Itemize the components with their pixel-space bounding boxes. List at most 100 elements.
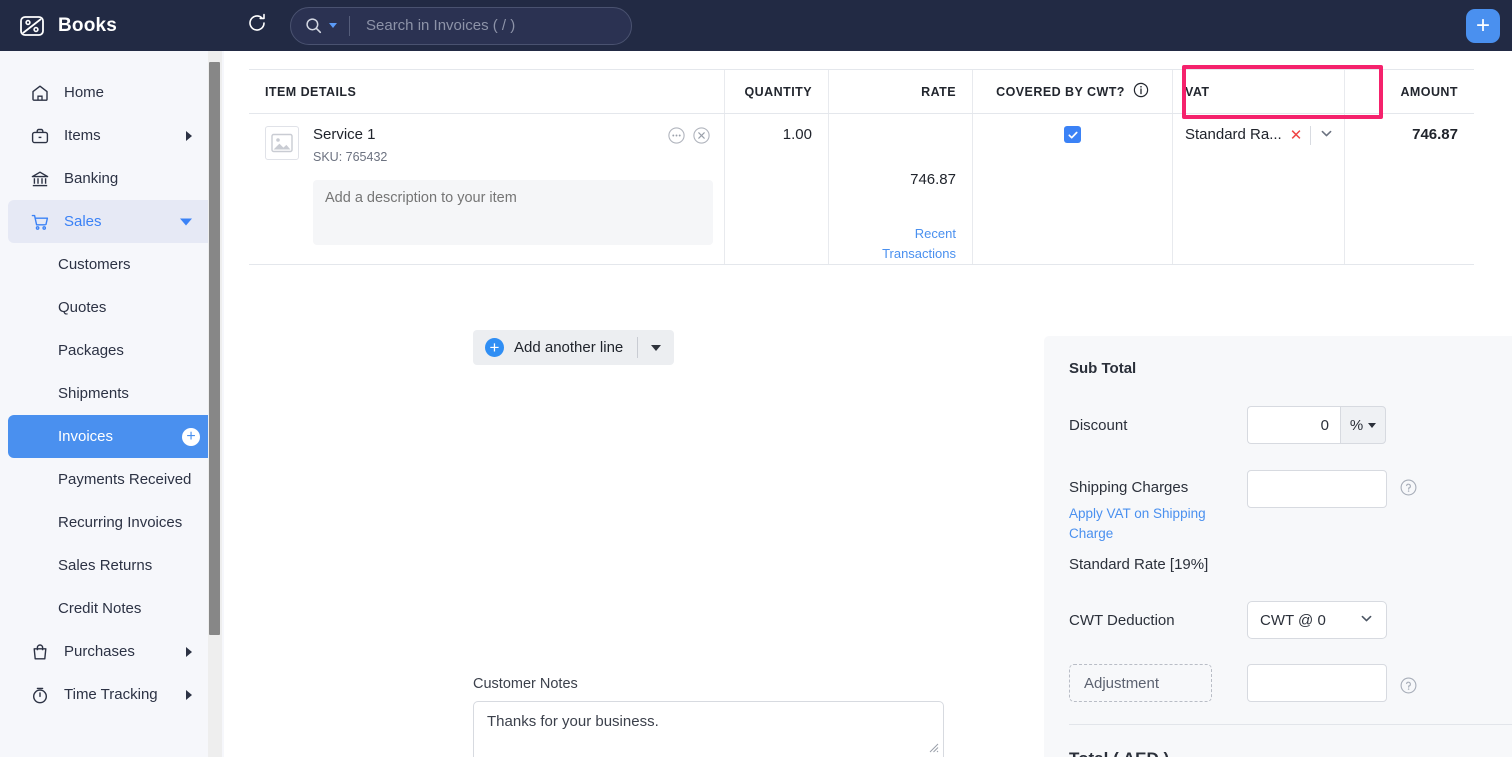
brand-title: Books xyxy=(58,15,117,37)
plus-icon: + xyxy=(485,338,504,357)
discount-label: Discount xyxy=(1069,417,1247,434)
sidebar-item-sales-returns[interactable]: Sales Returns xyxy=(8,544,216,587)
item-sku: SKU: 765432 xyxy=(313,150,387,164)
image-placeholder-icon[interactable] xyxy=(265,126,299,160)
line-items-table: ITEM DETAILS QUANTITY RATE COVERED BY CW… xyxy=(249,69,1474,265)
covered-by-cwt-checkbox[interactable] xyxy=(1064,126,1081,143)
sidebar-item-label: Shipments xyxy=(58,385,129,402)
column-header-covered-by-cwt: COVERED BY CWT? xyxy=(973,70,1173,113)
sidebar-item-banking[interactable]: Banking xyxy=(8,157,216,200)
discount-unit-dropdown[interactable]: % xyxy=(1340,406,1386,444)
recent-transactions-link[interactable]: Recent Transactions xyxy=(880,224,956,264)
discount-input[interactable] xyxy=(1247,406,1340,444)
bag-icon xyxy=(30,642,50,662)
sidebar-item-quotes[interactable]: Quotes xyxy=(8,286,216,329)
rate-value: 746.87 xyxy=(910,171,956,188)
search-scope-chevron-down-icon[interactable] xyxy=(329,23,337,28)
topbar: + xyxy=(224,0,1512,51)
cell-amount: 746.87 xyxy=(1345,114,1474,264)
sidebar-item-recurring-invoices[interactable]: Recurring Invoices xyxy=(8,501,216,544)
info-icon[interactable] xyxy=(1133,82,1149,101)
sidebar-item-payments-received[interactable]: Payments Received xyxy=(8,458,216,501)
vat-divider xyxy=(1310,126,1311,145)
adjustment-input[interactable] xyxy=(1247,664,1387,702)
cell-quantity[interactable]: 1.00 xyxy=(725,114,829,264)
clear-vat-icon[interactable]: ✕ xyxy=(1290,126,1303,144)
row-tax: Standard Rate [19%] 141.91 xyxy=(1069,556,1512,573)
sidebar-item-label: Banking xyxy=(64,170,118,187)
bank-icon xyxy=(30,169,50,189)
sidebar-item-purchases[interactable]: Purchases xyxy=(8,630,216,673)
chevron-down-icon xyxy=(180,218,192,225)
refresh-button[interactable] xyxy=(240,9,274,43)
sidebar-item-packages[interactable]: Packages xyxy=(8,329,216,372)
amount-value: 746.87 xyxy=(1412,126,1458,143)
sidebar-scrollbar-thumb[interactable] xyxy=(209,62,220,635)
sidebar-item-customers[interactable]: Customers xyxy=(8,243,216,286)
sidebar-item-label: Invoices xyxy=(58,428,113,445)
sidebar-item-home[interactable]: Home xyxy=(8,71,216,114)
item-name: Service 1 xyxy=(313,126,387,144)
row-adjustment: Adjustment 0.00 xyxy=(1069,664,1512,702)
column-header-amount: AMOUNT xyxy=(1345,70,1474,113)
search-bar[interactable] xyxy=(290,7,632,45)
sidebar-item-time-tracking[interactable]: Time Tracking xyxy=(8,673,216,716)
column-header-quantity: QUANTITY xyxy=(725,70,829,113)
column-label: AMOUNT xyxy=(1400,85,1458,99)
apply-vat-on-shipping-link[interactable]: Apply VAT on Shipping Charge xyxy=(1069,504,1229,544)
cell-vat: Standard Ra... ✕ xyxy=(1173,114,1345,264)
add-line-dropdown-button[interactable] xyxy=(638,345,674,351)
adjustment-help-icon[interactable] xyxy=(1400,677,1417,699)
item-description-input[interactable] xyxy=(313,180,713,245)
adjustment-label-input[interactable]: Adjustment xyxy=(1069,664,1212,702)
books-logo-icon xyxy=(18,12,46,40)
column-label: RATE xyxy=(921,85,956,99)
totals-divider xyxy=(1069,724,1512,725)
totals-panel: Sub Total 746.87 Discount % 0.00 xyxy=(1044,336,1512,757)
plus-icon: + xyxy=(1476,14,1490,38)
column-header-rate: RATE xyxy=(829,70,973,113)
search-input[interactable] xyxy=(366,17,617,34)
app-root: Books Home xyxy=(0,0,1512,757)
resize-handle-icon[interactable] xyxy=(927,740,939,752)
cell-covered-by-cwt xyxy=(973,114,1173,264)
item-row-icon-group xyxy=(668,127,710,144)
cell-rate[interactable]: 746.87 Recent Transactions xyxy=(829,114,973,264)
line-items-header-row: ITEM DETAILS QUANTITY RATE COVERED BY CW… xyxy=(249,69,1474,114)
cart-icon xyxy=(30,212,50,232)
customer-notes-input[interactable] xyxy=(473,701,944,757)
remove-item-icon[interactable] xyxy=(693,127,710,144)
sidebar-item-items[interactable]: Items xyxy=(8,114,216,157)
create-new-button[interactable]: + xyxy=(1466,9,1500,43)
column-label: COVERED BY CWT? xyxy=(996,85,1125,99)
sidebar-item-shipments[interactable]: Shipments xyxy=(8,372,216,415)
more-options-icon[interactable] xyxy=(668,127,685,144)
sidebar-item-label: Home xyxy=(64,84,104,101)
add-another-line-main[interactable]: + Add another line xyxy=(473,338,637,357)
row-sub-total: Sub Total 746.87 xyxy=(1069,360,1512,377)
shipping-charges-input[interactable] xyxy=(1247,470,1387,508)
column-label: ITEM DETAILS xyxy=(265,85,356,99)
customer-notes-section: Customer Notes Will be displayed on the … xyxy=(473,676,944,757)
row-discount: Discount % 0.00 xyxy=(1069,406,1512,444)
add-invoice-icon[interactable]: + xyxy=(182,428,200,446)
cell-item-details: Service 1 SKU: 765432 xyxy=(249,114,725,264)
add-another-line-button[interactable]: + Add another line xyxy=(473,330,674,365)
vat-chevron-down-icon[interactable] xyxy=(1319,126,1334,146)
chevron-down-icon xyxy=(1359,611,1374,630)
main-area: + ITEM DETAILS QUANTITY RATE COV xyxy=(224,0,1512,757)
sidebar-nav: Home Items xyxy=(0,51,224,716)
customer-notes-label: Customer Notes xyxy=(473,676,944,692)
sidebar-item-label: Credit Notes xyxy=(58,600,141,617)
shipping-help-icon[interactable] xyxy=(1400,479,1417,501)
add-another-line-label: Add another line xyxy=(514,339,623,356)
brand-header: Books xyxy=(0,0,224,51)
vat-value: Standard Ra... xyxy=(1185,126,1282,143)
sidebar-item-credit-notes[interactable]: Credit Notes xyxy=(8,587,216,630)
cwt-deduction-select[interactable]: CWT @ 0 xyxy=(1247,601,1387,639)
sidebar-item-sales[interactable]: Sales xyxy=(8,200,216,243)
column-header-vat: VAT xyxy=(1173,70,1345,113)
sidebar-item-invoices[interactable]: Invoices + xyxy=(8,415,216,458)
cwt-deduction-label: CWT Deduction xyxy=(1069,612,1247,629)
shipping-charges-label: Shipping Charges xyxy=(1069,470,1247,496)
